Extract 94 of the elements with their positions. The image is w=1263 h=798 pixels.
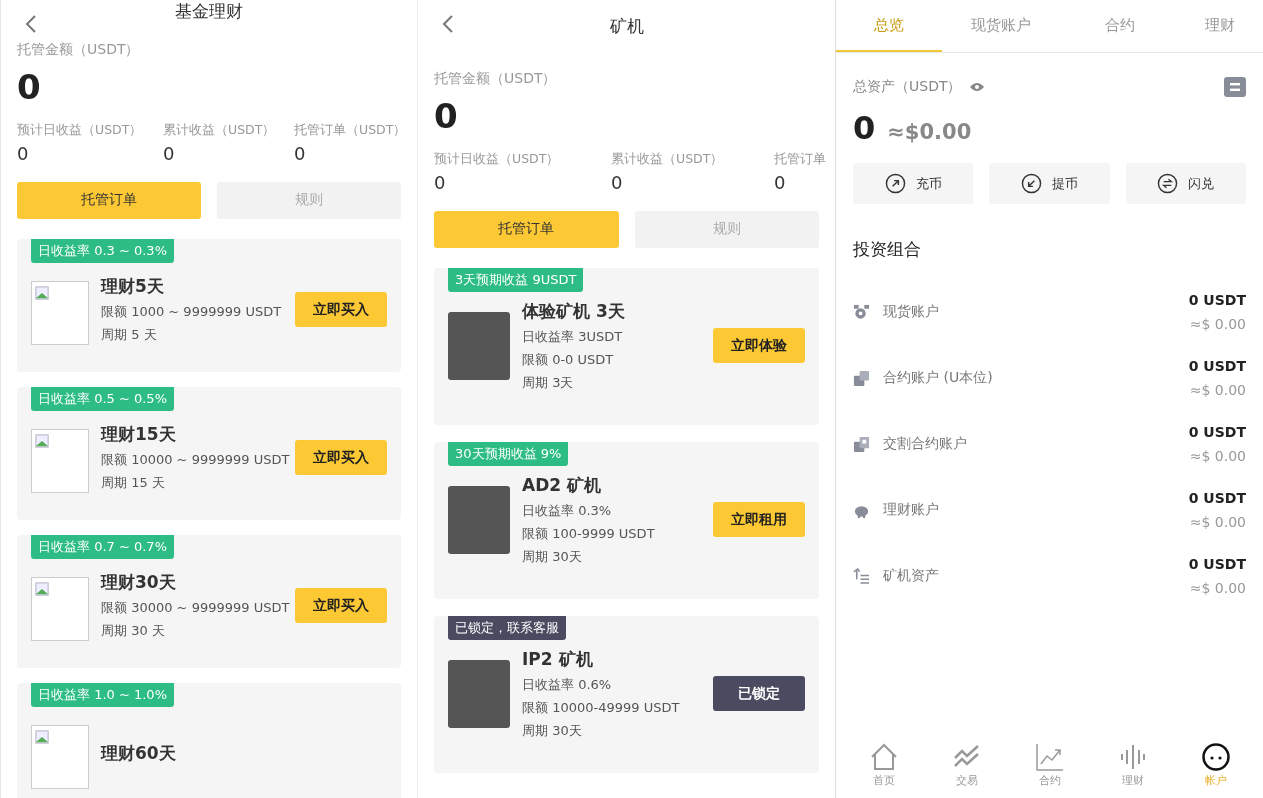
stat-value: 0 (294, 142, 307, 164)
section-title: 投资组合 (853, 238, 922, 261)
stat-value: 0 (434, 171, 447, 193)
account-icon (853, 303, 870, 321)
rate-tag: 日收益率 0.5 ~ 0.5% (31, 386, 174, 411)
total-usd-value: ≈$0.00 (887, 120, 972, 144)
stat-label: 托管订单 (774, 150, 826, 168)
stat-value: 0 (163, 142, 176, 164)
miner-name: 体验矿机 3天 (522, 299, 626, 323)
limit-text: 限额 10000 ~ 9999999 USDT (101, 451, 291, 470)
buy-button[interactable]: 立即买入 (295, 588, 387, 624)
buy-button[interactable]: 立即买入 (295, 292, 387, 328)
face-icon (1200, 742, 1231, 772)
eye-icon[interactable] (969, 82, 986, 92)
account-name: 现货账户 (883, 303, 940, 321)
period-text: 周期 30天 (522, 547, 583, 566)
rate-tag: 日收益率 0.7 ~ 0.7% (31, 534, 174, 559)
period-text: 周期 5 天 (101, 326, 158, 345)
account-balance: 0 USDT (1188, 490, 1246, 506)
amount-label: 托管金额（USDT） (434, 70, 558, 88)
miner-name: AD2 矿机 (522, 473, 602, 497)
miner-name: IP2 矿机 (522, 647, 594, 671)
buy-button[interactable]: 立即买入 (295, 440, 387, 476)
limit-text: 限额 100-9999 USDT (522, 524, 656, 543)
period-text: 周期 30 天 (101, 622, 166, 641)
product-name: 理财60天 (101, 742, 177, 766)
account-balance: 0 USDT (1188, 424, 1246, 440)
account-usd-value: ≈$ 0.00 (1189, 316, 1246, 332)
stat-label: 预计日收益（USDT） (434, 150, 561, 168)
account-balance: 0 USDT (1188, 292, 1246, 308)
stat-label: 托管订单（USDT） (294, 121, 407, 139)
account-balance: 0 USDT (1188, 358, 1246, 374)
image-placeholder (31, 280, 89, 345)
rent-button[interactable]: 已锁定 (713, 676, 805, 712)
stat-label: 累计收益（USDT） (163, 121, 277, 139)
account-name: 理财账户 (883, 501, 940, 519)
rate-tag: 日收益率 1.0 ~ 1.0% (31, 682, 174, 707)
back-icon[interactable] (442, 14, 454, 34)
line-chart-icon (1034, 742, 1065, 772)
menu-icon[interactable] (1224, 77, 1246, 97)
page-title: 基金理财 (175, 0, 243, 23)
photo-placeholder (448, 485, 510, 554)
account-icon (853, 435, 870, 453)
photo-placeholder (448, 311, 510, 380)
account-usd-value: ≈$ 0.00 (1189, 580, 1246, 596)
image-placeholder (31, 576, 89, 641)
action-button[interactable]: 闪兑 (1125, 163, 1246, 204)
amount-label: 托管金额（USDT） (17, 41, 141, 59)
account-usd-value: ≈$ 0.00 (1189, 514, 1246, 530)
stat-label: 预计日收益（USDT） (17, 121, 144, 139)
total-assets-value: 0 (853, 109, 876, 147)
action-button[interactable]: 提币 (989, 163, 1110, 204)
account-icon (853, 567, 870, 585)
account-icon (853, 369, 870, 387)
account-usd-value: ≈$ 0.00 (1189, 382, 1246, 398)
limit-text: 限额 30000 ~ 9999999 USDT (101, 599, 291, 618)
rent-button[interactable]: 立即租用 (713, 502, 805, 538)
tab-button[interactable]: 托管订单 (434, 210, 619, 248)
status-tag: 30天预期收益 9% (448, 441, 569, 466)
stat-label: 累计收益（USDT） (611, 150, 725, 168)
amount-value: 0 (434, 96, 459, 137)
status-tag: 3天预期收益 9USDT (448, 267, 584, 292)
image-placeholder (31, 428, 89, 493)
photo-placeholder (448, 659, 510, 728)
product-name: 理财15天 (101, 423, 177, 447)
stat-value: 0 (611, 171, 624, 193)
amount-value: 0 (17, 67, 42, 108)
account-usd-value: ≈$ 0.00 (1189, 448, 1246, 464)
page-title: 矿机 (609, 14, 644, 38)
total-assets-label: 总资产（USDT） (853, 78, 962, 96)
product-name: 理财30天 (101, 571, 177, 595)
rate-tag: 日收益率 0.3 ~ 0.3% (31, 238, 174, 263)
period-text: 周期 3天 (522, 373, 575, 392)
back-icon[interactable] (25, 14, 37, 34)
period-text: 周期 30天 (522, 721, 583, 740)
period-text: 周期 15 天 (101, 474, 166, 493)
limit-text: 限额 0-0 USDT (522, 350, 615, 369)
rate-text: 日收益率 0.6% (522, 675, 613, 694)
account-name: 交割合约账户 (883, 435, 968, 453)
limit-text: 限额 10000-49999 USDT (522, 698, 681, 717)
account-name: 合约账户 (U本位) (883, 369, 994, 387)
account-name: 矿机资产 (883, 567, 940, 585)
stat-value: 0 (774, 171, 787, 193)
stat-value: 0 (17, 142, 30, 164)
image-placeholder (31, 724, 89, 789)
product-name: 理财5天 (101, 275, 165, 299)
account-balance: 0 USDT (1188, 556, 1246, 572)
action-button[interactable]: 充币 (853, 163, 974, 204)
rent-button[interactable]: 立即体验 (713, 328, 805, 364)
rate-text: 日收益率 3USDT (522, 327, 624, 346)
tab-button[interactable]: 托管订单 (17, 181, 201, 219)
status-tag: 已锁定，联系客服 (448, 615, 566, 640)
rate-text: 日收益率 0.3% (522, 501, 613, 520)
limit-text: 限额 1000 ~ 9999999 USDT (101, 303, 283, 322)
